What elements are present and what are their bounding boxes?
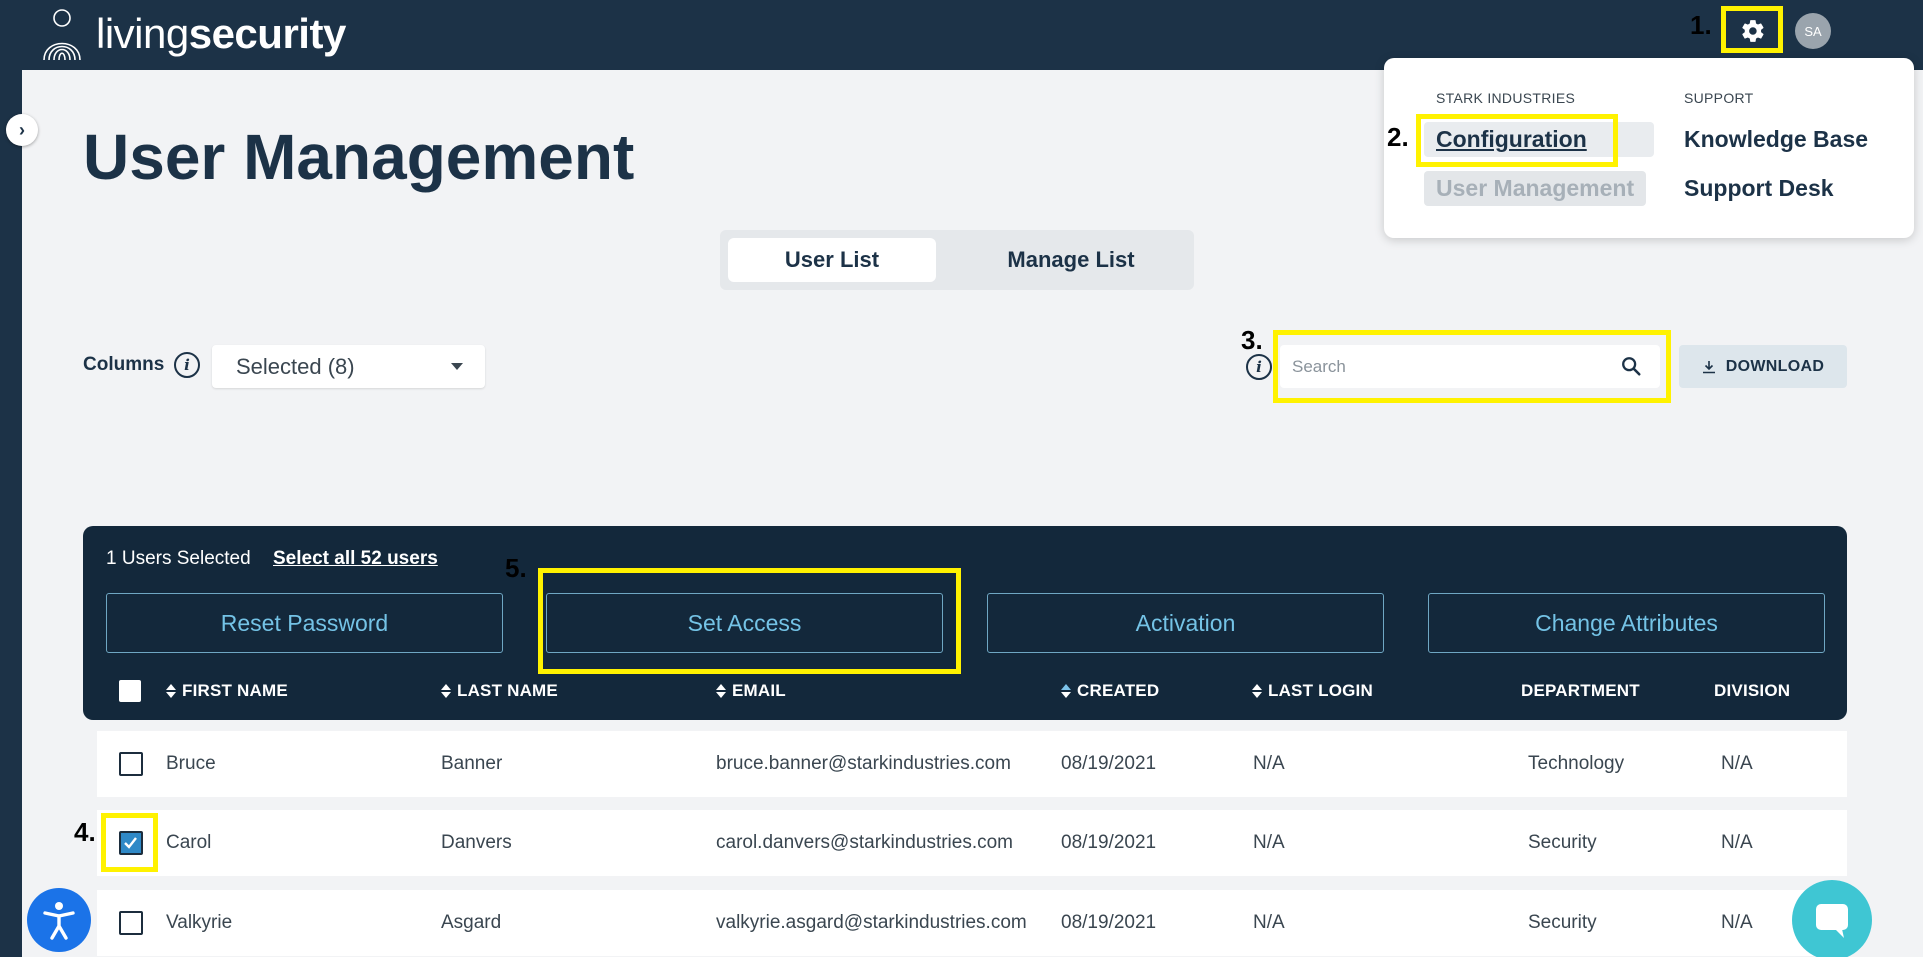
highlight-checkbox (101, 813, 158, 872)
column-header-division: DIVISION (1714, 681, 1791, 700)
select-all-checkbox[interactable] (119, 680, 141, 702)
cell-created: 08/19/2021 (1061, 912, 1157, 933)
columns-select-value: Selected (8) (236, 353, 355, 379)
download-icon (1702, 360, 1715, 373)
highlight-search (1273, 330, 1671, 403)
column-header-first-name[interactable]: FIRST NAME (166, 681, 288, 701)
selected-count: 1 Users Selected (106, 548, 251, 569)
cell-created: 08/19/2021 (1061, 753, 1157, 774)
cell-first-name: Carol (166, 832, 212, 853)
tab-bar: User List Manage List (720, 230, 1194, 290)
chat-button[interactable] (1792, 880, 1872, 957)
menu-item-user-management[interactable]: User Management (1424, 171, 1647, 206)
column-header-email[interactable]: EMAIL (716, 681, 786, 701)
cell-email: carol.danvers@starkindustries.com (716, 832, 1014, 853)
columns-label: Columns (83, 354, 165, 375)
cell-first-name: Valkyrie (166, 912, 233, 933)
columns-select[interactable]: Selected (8) (212, 345, 485, 388)
cell-last-name: Banner (441, 753, 503, 774)
accessibility-icon (43, 902, 75, 940)
sort-icon (166, 684, 176, 698)
select-all-link[interactable]: Select all 52 users (273, 548, 438, 570)
caret-down-icon (451, 363, 463, 370)
annotation-step-2: 2. (1387, 122, 1409, 152)
annotation-step-4: 4. (74, 817, 96, 847)
table-row[interactable]: Bruce Banner bruce.banner@starkindustrie… (97, 731, 1847, 797)
cell-last-login: N/A (1253, 753, 1285, 774)
sort-icon (1061, 684, 1071, 698)
menu-item-support-desk[interactable]: Support Desk (1684, 175, 1834, 202)
activation-button[interactable]: Activation (987, 593, 1384, 653)
annotation-step-1: 1. (1690, 10, 1712, 40)
column-header-last-login[interactable]: LAST LOGIN (1252, 681, 1373, 701)
page-title: User Management (83, 121, 635, 193)
table-row[interactable]: Valkyrie Asgard valkyrie.asgard@starkind… (97, 890, 1847, 956)
tab-user-list[interactable]: User List (728, 238, 936, 282)
sort-icon (1252, 684, 1262, 698)
cell-division: N/A (1721, 832, 1753, 853)
menu-heading-org: STARK INDUSTRIES (1436, 90, 1576, 106)
column-header-department: DEPARTMENT (1521, 681, 1640, 700)
highlight-set-access (538, 568, 961, 674)
left-rail (0, 70, 22, 957)
chat-icon (1816, 904, 1848, 938)
cell-division: N/A (1721, 753, 1753, 774)
brand-logo[interactable]: livingsecurity (34, 6, 346, 62)
row-checkbox[interactable] (119, 752, 143, 776)
avatar[interactable]: SA (1795, 13, 1831, 49)
cell-department: Security (1528, 912, 1597, 933)
brand-name: livingsecurity (96, 10, 346, 57)
row-checkbox[interactable] (119, 911, 143, 935)
info-icon[interactable]: i (174, 352, 200, 378)
cell-last-name: Danvers (441, 832, 512, 853)
highlight-configuration (1416, 114, 1618, 167)
tab-manage-list[interactable]: Manage List (960, 238, 1182, 282)
cell-created: 08/19/2021 (1061, 832, 1157, 853)
cell-division: N/A (1721, 912, 1753, 933)
highlight-settings (1721, 6, 1783, 53)
cell-first-name: Bruce (166, 753, 216, 774)
download-label: DOWNLOAD (1725, 357, 1825, 375)
menu-item-knowledge-base[interactable]: Knowledge Base (1684, 126, 1868, 153)
column-header-created[interactable]: CREATED (1061, 681, 1159, 701)
column-header-last-name[interactable]: LAST NAME (441, 681, 558, 701)
cell-email: bruce.banner@starkindustries.com (716, 753, 1011, 774)
chevron-right-icon: › (19, 119, 25, 140)
annotation-step-5: 5. (505, 553, 527, 583)
cell-department: Security (1528, 832, 1597, 853)
sidebar-expand-button[interactable]: › (6, 114, 38, 146)
info-icon[interactable]: i (1246, 354, 1272, 380)
annotation-step-3: 3. (1241, 325, 1263, 355)
cell-email: valkyrie.asgard@starkindustries.com (716, 912, 1027, 933)
menu-heading-support: SUPPORT (1684, 90, 1754, 106)
table-row[interactable]: Carol Danvers carol.danvers@starkindustr… (97, 810, 1847, 876)
cell-last-name: Asgard (441, 912, 502, 933)
accessibility-button[interactable] (27, 888, 91, 952)
download-button[interactable]: DOWNLOAD (1679, 345, 1847, 388)
cell-department: Technology (1528, 753, 1625, 774)
sort-icon (716, 684, 726, 698)
sort-icon (441, 684, 451, 698)
fingerprint-logo-icon (43, 9, 81, 61)
cell-last-login: N/A (1253, 912, 1285, 933)
change-attributes-button[interactable]: Change Attributes (1428, 593, 1825, 653)
reset-password-button[interactable]: Reset Password (106, 593, 503, 653)
cell-last-login: N/A (1253, 832, 1285, 853)
